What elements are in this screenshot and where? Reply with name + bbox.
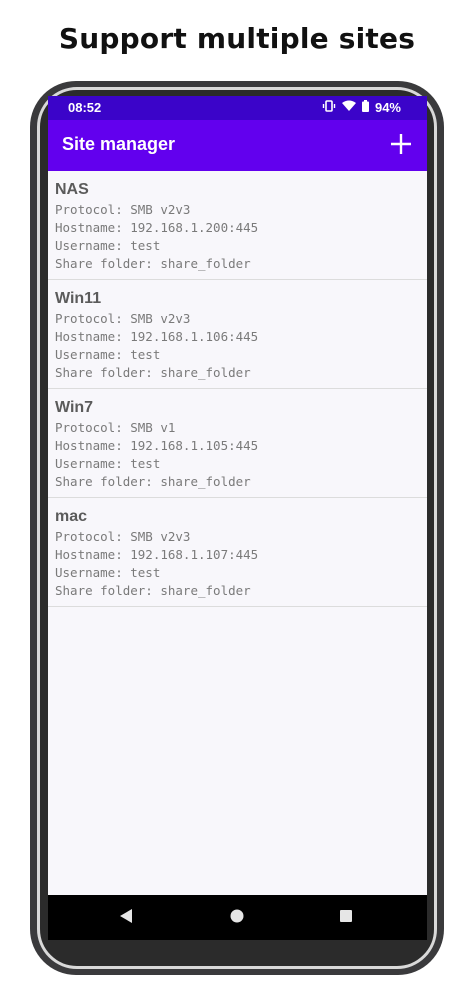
status-time: 08:52 bbox=[68, 100, 102, 115]
site-username: Username: test bbox=[55, 347, 161, 362]
site-hostname: Hostname: 192.168.1.200:445 bbox=[55, 220, 259, 235]
status-icons: 94% bbox=[322, 100, 401, 115]
back-triangle-icon bbox=[119, 908, 133, 929]
site-share-folder: Share folder: share_folder bbox=[55, 256, 251, 271]
app-title: Site manager bbox=[62, 134, 176, 154]
navigation-bar bbox=[48, 895, 427, 940]
home-button[interactable] bbox=[226, 907, 248, 929]
wifi-icon bbox=[341, 100, 356, 115]
site-item-win7[interactable]: Win7 Protocol: SMB v1 Hostname: 192.168.… bbox=[48, 389, 427, 498]
site-protocol: Protocol: SMB v2v3 bbox=[55, 202, 191, 217]
site-name: Win7 bbox=[55, 399, 94, 416]
site-share-folder: Share folder: share_folder bbox=[55, 583, 251, 598]
site-list: NAS Protocol: SMB v2v3 Hostname: 192.168… bbox=[48, 171, 427, 607]
site-protocol: Protocol: SMB v2v3 bbox=[55, 311, 191, 326]
battery-level: 94% bbox=[374, 100, 401, 115]
home-circle-icon bbox=[230, 909, 244, 928]
vibrate-icon bbox=[322, 100, 336, 115]
add-site-button[interactable] bbox=[385, 130, 417, 162]
site-hostname: Hostname: 192.168.1.106:445 bbox=[55, 329, 259, 344]
site-protocol: Protocol: SMB v2v3 bbox=[55, 529, 191, 544]
recents-square-icon bbox=[339, 909, 353, 928]
site-share-folder: Share folder: share_folder bbox=[55, 474, 251, 489]
site-name: NAS bbox=[55, 181, 89, 198]
plus-icon bbox=[389, 132, 413, 161]
app-bar: Site manager bbox=[48, 120, 427, 171]
site-username: Username: test bbox=[55, 565, 161, 580]
battery-icon bbox=[361, 100, 369, 115]
site-protocol: Protocol: SMB v1 bbox=[55, 420, 176, 435]
site-hostname: Hostname: 192.168.1.107:445 bbox=[55, 547, 259, 562]
promo-headline: Support multiple sites bbox=[58, 22, 416, 55]
site-share-folder: Share folder: share_folder bbox=[55, 365, 251, 380]
phone-screen: 08:52 94% Site manager NAS Protocol: SMB… bbox=[48, 96, 427, 940]
site-item-nas[interactable]: NAS Protocol: SMB v2v3 Hostname: 192.168… bbox=[48, 171, 427, 280]
site-name: Win11 bbox=[55, 290, 102, 307]
site-hostname: Hostname: 192.168.1.105:445 bbox=[55, 438, 259, 453]
site-name: mac bbox=[55, 508, 88, 525]
site-item-win11[interactable]: Win11 Protocol: SMB v2v3 Hostname: 192.1… bbox=[48, 280, 427, 389]
site-username: Username: test bbox=[55, 238, 161, 253]
back-button[interactable] bbox=[115, 907, 137, 929]
status-bar: 08:52 94% bbox=[48, 96, 427, 120]
site-username: Username: test bbox=[55, 456, 161, 471]
recents-button[interactable] bbox=[335, 907, 357, 929]
site-item-mac[interactable]: mac Protocol: SMB v2v3 Hostname: 192.168… bbox=[48, 498, 427, 607]
